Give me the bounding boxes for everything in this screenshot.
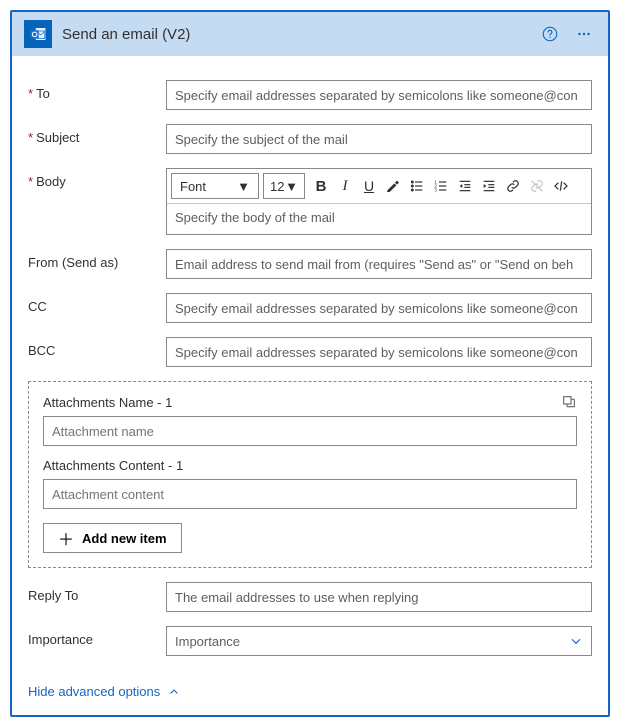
cc-label: CC — [28, 293, 156, 314]
unlink-button[interactable] — [525, 174, 549, 198]
from-input[interactable] — [166, 249, 592, 279]
bcc-input[interactable] — [166, 337, 592, 367]
underline-button[interactable]: U — [357, 174, 381, 198]
chevron-up-icon — [168, 686, 180, 698]
action-card: Send an email (V2) To Subject Body Font — [10, 10, 610, 717]
advanced-toggle-label: Hide advanced options — [28, 684, 160, 699]
font-select-value: Font — [180, 179, 206, 194]
font-select[interactable]: Font ▼ — [171, 173, 259, 199]
bold-button[interactable]: B — [309, 174, 333, 198]
chevron-down-icon — [569, 634, 583, 648]
bullet-list-button[interactable] — [405, 174, 429, 198]
code-view-button[interactable] — [549, 174, 573, 198]
bcc-label: BCC — [28, 337, 156, 358]
outdent-button[interactable] — [453, 174, 477, 198]
to-input[interactable] — [166, 80, 592, 110]
reply-to-label: Reply To — [28, 582, 156, 603]
cc-input[interactable] — [166, 293, 592, 323]
importance-placeholder: Importance — [175, 634, 240, 649]
add-new-item-button[interactable]: ＋ Add new item — [43, 523, 182, 553]
importance-select[interactable]: Importance — [166, 626, 592, 656]
help-button[interactable] — [538, 22, 562, 46]
caret-down-icon: ▼ — [285, 179, 298, 194]
to-label: To — [28, 80, 156, 101]
importance-label: Importance — [28, 626, 156, 647]
caret-down-icon: ▼ — [237, 179, 250, 194]
font-size-select[interactable]: 12 ▼ — [263, 173, 305, 199]
add-item-label: Add new item — [82, 531, 167, 546]
attachment-name-input[interactable] — [43, 416, 577, 446]
font-size-value: 12 — [270, 179, 284, 194]
card-title: Send an email (V2) — [62, 26, 528, 43]
attachment-content-input[interactable] — [43, 479, 577, 509]
body-editor-area[interactable]: Specify the body of the mail — [167, 204, 591, 234]
plus-icon: ＋ — [58, 526, 74, 550]
body-label: Body — [28, 168, 156, 189]
highlight-button[interactable] — [381, 174, 405, 198]
svg-text:3: 3 — [434, 187, 437, 192]
subject-input[interactable] — [166, 124, 592, 154]
more-button[interactable] — [572, 22, 596, 46]
array-mode-toggle-icon[interactable] — [561, 394, 577, 410]
numbered-list-button[interactable]: 123 — [429, 174, 453, 198]
from-label: From (Send as) — [28, 249, 156, 270]
subject-label: Subject — [28, 124, 156, 145]
attachments-section: Attachments Name - 1 Attachments Content… — [28, 381, 592, 568]
link-button[interactable] — [501, 174, 525, 198]
editor-toolbar: Font ▼ 12 ▼ B I U — [167, 169, 591, 204]
attachment-content-label: Attachments Content - 1 — [43, 458, 577, 473]
hide-advanced-options-link[interactable]: Hide advanced options — [28, 684, 180, 699]
attachment-name-label: Attachments Name - 1 — [43, 395, 172, 410]
card-body: To Subject Body Font ▼ 12 ▼ — [12, 56, 608, 715]
italic-button[interactable]: I — [333, 174, 357, 198]
outlook-icon — [24, 20, 52, 48]
rich-editor: Font ▼ 12 ▼ B I U — [166, 168, 592, 235]
reply-to-input[interactable] — [166, 582, 592, 612]
card-header: Send an email (V2) — [12, 12, 608, 56]
indent-button[interactable] — [477, 174, 501, 198]
